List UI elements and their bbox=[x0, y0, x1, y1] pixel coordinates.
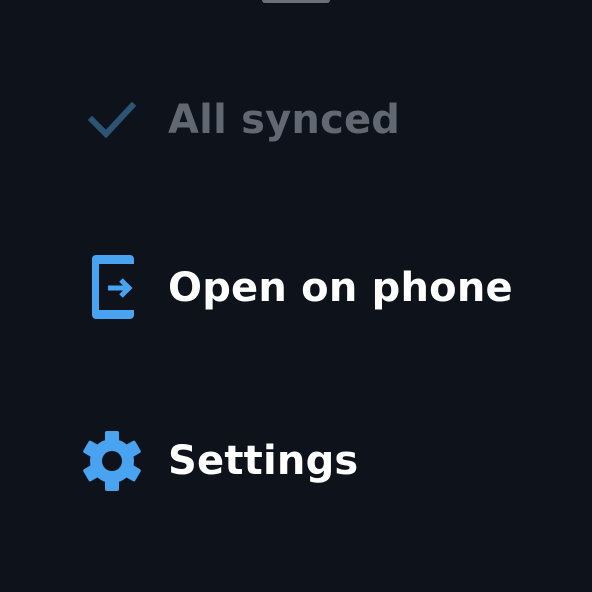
menu-item-label: All synced bbox=[168, 97, 401, 143]
menu-item-label: Settings bbox=[168, 438, 359, 484]
scroll-indicator bbox=[262, 0, 330, 3]
open-on-phone-icon bbox=[80, 255, 144, 320]
gear-icon bbox=[80, 429, 144, 493]
menu-item-settings[interactable]: Settings bbox=[80, 421, 592, 501]
menu-item-open-on-phone[interactable]: Open on phone bbox=[80, 248, 592, 328]
menu-item-all-synced: All synced bbox=[80, 80, 592, 160]
check-icon bbox=[80, 88, 144, 152]
menu-item-label: Open on phone bbox=[168, 265, 513, 311]
